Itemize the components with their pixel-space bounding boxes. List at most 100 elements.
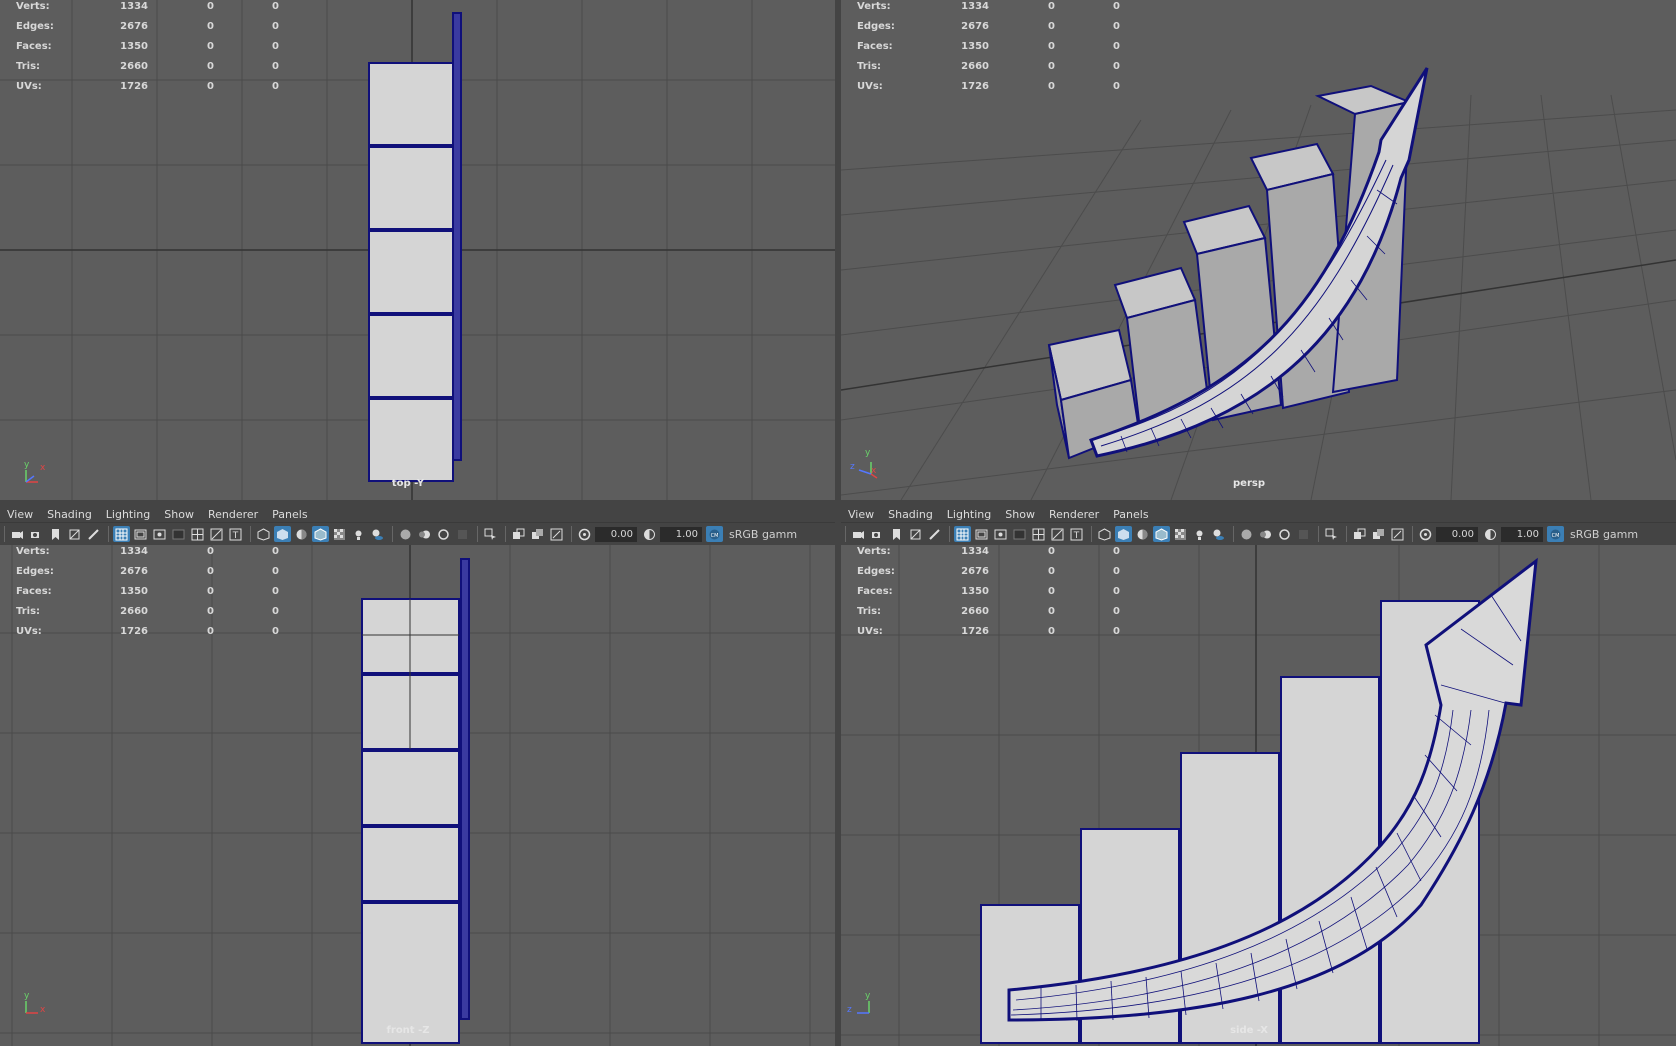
default-material-icon[interactable] — [1134, 526, 1151, 542]
select-camera-icon[interactable] — [850, 526, 867, 542]
field-chart-icon[interactable] — [1030, 526, 1047, 542]
color-space-dropdown[interactable]: sRGB gamm — [729, 528, 797, 541]
viewport-side[interactable]: Verts: 1334 0 0 Edges: 2676 0 0 Faces: 1350 0 0 T… — [841, 545, 1676, 1046]
exposure-icon[interactable] — [1417, 526, 1434, 542]
viewport-front[interactable]: Verts: 1334 0 0 Edges: 2676 0 0 Faces: 1350 0 0 T… — [0, 545, 835, 1046]
gamma-icon[interactable] — [1482, 526, 1499, 542]
wireframe-icon[interactable] — [1096, 526, 1113, 542]
uvs-uv: 0 — [1113, 81, 1120, 92]
exposure-field[interactable]: 0.00 — [595, 526, 637, 542]
camera-name: side -X — [1230, 1025, 1268, 1036]
faces-selected: 0 — [1048, 586, 1055, 597]
edges-uv: 0 — [272, 566, 279, 577]
xray-active-icon[interactable] — [529, 526, 546, 542]
image-plane-icon[interactable] — [66, 526, 83, 542]
field-chart-icon[interactable] — [189, 526, 206, 542]
faces-label: Faces: — [857, 586, 893, 597]
resolution-gate-icon[interactable] — [992, 526, 1009, 542]
menu-renderer[interactable]: Renderer — [201, 508, 265, 521]
safe-action-icon[interactable] — [208, 526, 225, 542]
default-material-icon[interactable] — [293, 526, 310, 542]
wireframe-on-shaded-icon[interactable] — [312, 526, 329, 542]
edges-value: 2676 — [961, 566, 989, 577]
select-camera-icon[interactable] — [9, 526, 26, 542]
motion-blur-icon[interactable] — [1257, 526, 1274, 542]
smooth-shade-icon[interactable] — [1115, 526, 1132, 542]
anti-aliasing-icon[interactable] — [435, 526, 452, 542]
depth-of-field-icon[interactable] — [1295, 526, 1312, 542]
uvs-uv: 0 — [272, 626, 279, 637]
smooth-shade-icon[interactable] — [274, 526, 291, 542]
film-gate-icon[interactable] — [973, 526, 990, 542]
safe-action-icon[interactable] — [1049, 526, 1066, 542]
safe-title-icon[interactable]: T — [1068, 526, 1085, 542]
gate-mask-icon[interactable] — [170, 526, 187, 542]
xray-icon[interactable] — [1172, 526, 1189, 542]
bookmark-icon[interactable] — [47, 526, 64, 542]
menu-lighting[interactable]: Lighting — [99, 508, 157, 521]
backface-culling-icon[interactable] — [548, 526, 565, 542]
edges-label: Edges: — [857, 21, 895, 32]
exposure-field[interactable]: 0.00 — [1436, 526, 1478, 542]
color-management-icon[interactable]: CM — [706, 526, 723, 542]
gamma-icon[interactable] — [641, 526, 658, 542]
bookmark-icon[interactable] — [888, 526, 905, 542]
svg-text:T: T — [1073, 531, 1080, 541]
verts-uv: 0 — [1113, 1, 1120, 12]
xray-joints-icon[interactable] — [1351, 526, 1368, 542]
verts-selected: 0 — [207, 546, 214, 557]
menu-show[interactable]: Show — [998, 508, 1042, 521]
menu-shading[interactable]: Shading — [881, 508, 940, 521]
camera-attributes-icon[interactable] — [28, 526, 45, 542]
screen-space-ao-icon[interactable] — [1238, 526, 1255, 542]
menu-panels[interactable]: Panels — [265, 508, 314, 521]
uvs-value: 1726 — [120, 81, 148, 92]
tris-selected: 0 — [1048, 61, 1055, 72]
grease-pencil-icon[interactable] — [85, 526, 102, 542]
gate-mask-icon[interactable] — [1011, 526, 1028, 542]
shadows-icon[interactable] — [1210, 526, 1227, 542]
menu-view[interactable]: View — [841, 508, 881, 521]
exposure-icon[interactable] — [576, 526, 593, 542]
isolate-select-icon[interactable] — [482, 526, 499, 542]
gamma-field[interactable]: 1.00 — [660, 526, 702, 542]
screen-space-ao-icon[interactable] — [397, 526, 414, 542]
grid-toggle-icon[interactable] — [113, 526, 130, 542]
menu-show[interactable]: Show — [157, 508, 201, 521]
faces-selected: 0 — [1048, 41, 1055, 52]
gamma-field[interactable]: 1.00 — [1501, 526, 1543, 542]
anti-aliasing-icon[interactable] — [1276, 526, 1293, 542]
tris-value: 2660 — [961, 61, 989, 72]
grease-pencil-icon[interactable] — [926, 526, 943, 542]
verts-label: Verts: — [857, 1, 891, 12]
xray-active-icon[interactable] — [1370, 526, 1387, 542]
resolution-gate-icon[interactable] — [151, 526, 168, 542]
wireframe-icon[interactable] — [255, 526, 272, 542]
menu-panels[interactable]: Panels — [1106, 508, 1155, 521]
faces-value: 1350 — [961, 586, 989, 597]
menu-lighting[interactable]: Lighting — [940, 508, 998, 521]
lights-icon[interactable] — [1191, 526, 1208, 542]
menu-shading[interactable]: Shading — [40, 508, 99, 521]
film-gate-icon[interactable] — [132, 526, 149, 542]
isolate-select-icon[interactable] — [1323, 526, 1340, 542]
poly-count-hud: Verts: 1334 0 0 Edges: 2676 0 0 Faces: 1350 0 0 T… — [857, 545, 1120, 642]
safe-title-icon[interactable]: T — [227, 526, 244, 542]
depth-of-field-icon[interactable] — [454, 526, 471, 542]
camera-attributes-icon[interactable] — [869, 526, 886, 542]
xray-icon[interactable] — [331, 526, 348, 542]
lights-icon[interactable] — [350, 526, 367, 542]
shadows-icon[interactable] — [369, 526, 386, 542]
menu-renderer[interactable]: Renderer — [1042, 508, 1106, 521]
image-plane-icon[interactable] — [907, 526, 924, 542]
color-management-icon[interactable]: CM — [1547, 526, 1564, 542]
motion-blur-icon[interactable] — [416, 526, 433, 542]
menu-view[interactable]: View — [0, 508, 40, 521]
wireframe-on-shaded-icon[interactable] — [1153, 526, 1170, 542]
viewport-persp[interactable]: Verts: 1334 0 0 Edges: 2676 0 0 Faces: 1350 0 0 T… — [841, 0, 1676, 500]
xray-joints-icon[interactable] — [510, 526, 527, 542]
viewport-top[interactable]: Verts: 1334 0 0 Edges: 2676 0 0 Faces: 1350 0 0 T… — [0, 0, 835, 500]
backface-culling-icon[interactable] — [1389, 526, 1406, 542]
grid-toggle-icon[interactable] — [954, 526, 971, 542]
color-space-dropdown[interactable]: sRGB gamm — [1570, 528, 1638, 541]
